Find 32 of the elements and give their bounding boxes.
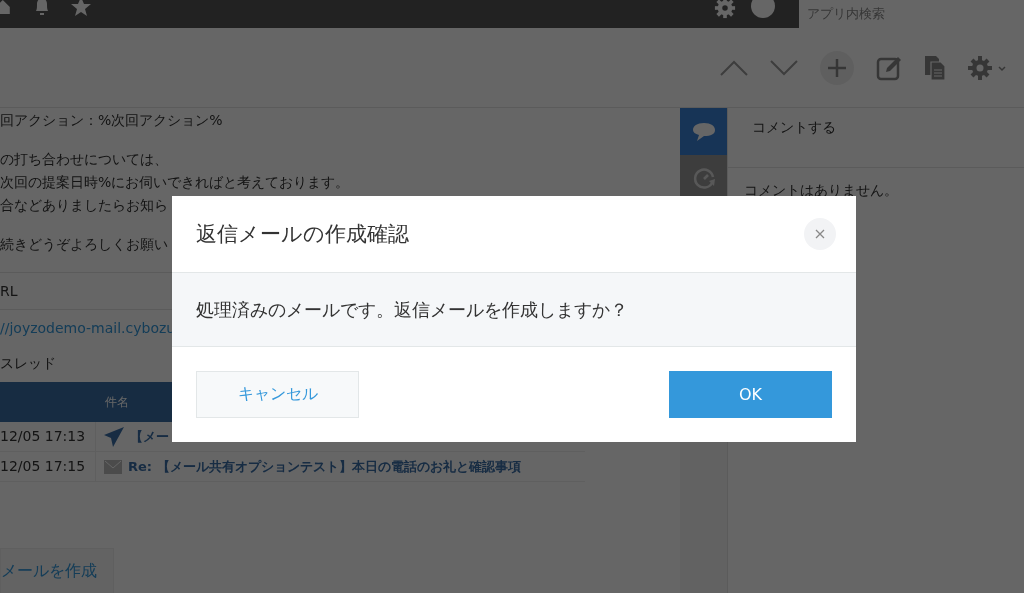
- body-text: 次回の提案日時%にお伺いできればと考えております。: [0, 173, 350, 192]
- body-text: の打ち合わせについては、: [0, 150, 168, 169]
- body-text: 回アクション：%次回アクション%: [0, 111, 223, 130]
- chevron-up-icon[interactable]: [720, 59, 748, 76]
- close-icon[interactable]: [804, 218, 836, 250]
- subject-link[interactable]: Re: 【メール共有オプションテスト】本日の電話のお礼と確認事項: [128, 457, 521, 476]
- cancel-button[interactable]: キャンセル: [196, 371, 359, 418]
- speech-bubble-icon: [691, 121, 716, 142]
- add-icon[interactable]: [820, 50, 854, 85]
- subject-link[interactable]: 【メー: [130, 427, 169, 446]
- url-link[interactable]: //joyzodemo-mail.cybozu: [0, 320, 176, 336]
- dialog-message: 処理済みのメールです。返信メールを作成しますか？: [196, 297, 628, 322]
- body-text: 続きどうぞよろしくお願い: [0, 235, 168, 254]
- envelope-icon: [104, 459, 122, 474]
- body-text: 合などありましたらお知ら: [0, 196, 168, 215]
- section-label: スレッド: [0, 355, 56, 373]
- paper-plane-icon: [104, 426, 124, 447]
- settings-icon[interactable]: [968, 54, 1008, 81]
- comment-field[interactable]: コメントする: [752, 118, 1000, 136]
- field-label: RL: [0, 283, 18, 299]
- star-icon[interactable]: [70, 0, 92, 17]
- column-header: 件名: [105, 393, 129, 411]
- ok-button[interactable]: OK: [669, 371, 832, 418]
- dialog-title: 返信メールの作成確認: [196, 221, 409, 248]
- date-cell: 12/05 17:15: [0, 452, 96, 481]
- chevron-down-icon[interactable]: [770, 59, 798, 76]
- clock-arrow-icon: [691, 166, 716, 191]
- settings-icon[interactable]: [713, 0, 737, 19]
- date-cell: 12/05 17:13: [0, 422, 96, 451]
- edit-icon[interactable]: [876, 54, 902, 81]
- document-icon[interactable]: [924, 54, 946, 81]
- compose-button[interactable]: メールを作成: [0, 548, 114, 593]
